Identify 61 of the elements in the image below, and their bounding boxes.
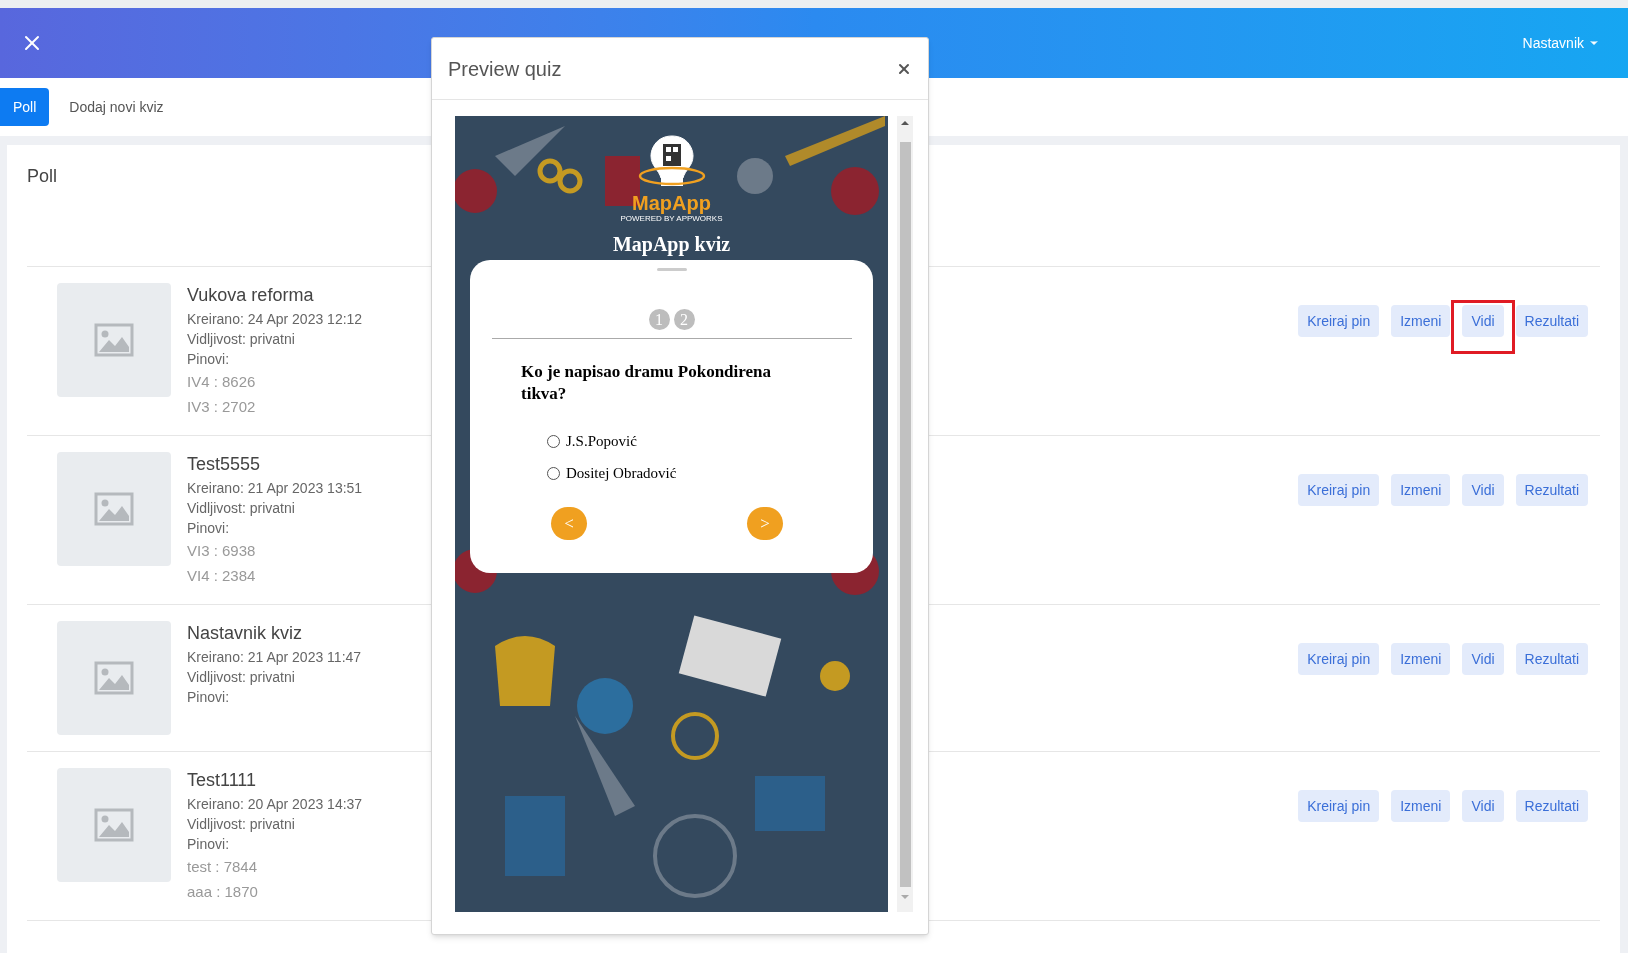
previous-button[interactable]: < [551, 507, 587, 540]
action-button[interactable]: Rezultati [1515, 643, 1588, 675]
pins-label: Pinovi: [187, 688, 231, 707]
action-button[interactable]: Izmeni [1391, 790, 1451, 822]
action-button[interactable]: Rezultati [1515, 790, 1588, 822]
tab[interactable]: Dodaj novi kviz [49, 88, 184, 126]
user-menu[interactable]: Nastavnik [1522, 32, 1600, 54]
image-icon [94, 808, 134, 842]
pins-label: Pinovi: [187, 350, 231, 369]
panel-title: Poll [27, 166, 57, 186]
action-button[interactable]: Izmeni [1391, 474, 1451, 506]
image-icon [94, 661, 134, 695]
visibility-text: Vidljivost: privatni [187, 815, 296, 834]
action-button[interactable]: Rezultati [1515, 305, 1588, 337]
image-icon [94, 323, 134, 357]
scrollbar[interactable] [897, 116, 913, 912]
next-button[interactable]: > [747, 507, 783, 540]
action-button[interactable]: Kreiraj pin [1298, 305, 1380, 337]
pin-code: VI4 : 2384 [187, 566, 257, 586]
quiz-heading: MapApp kviz [612, 232, 731, 256]
quiz-title: Vukova reforma [187, 284, 315, 307]
quiz-title: Nastavnik kviz [187, 622, 304, 645]
answer-option[interactable]: J.S.Popović [547, 431, 803, 451]
scroll-thumb[interactable] [899, 142, 911, 887]
action-button[interactable]: Izmeni [1391, 643, 1451, 675]
visibility-text: Vidljivost: privatni [187, 499, 296, 518]
visibility-text: Vidljivost: privatni [187, 668, 296, 687]
pin-code: test : 7844 [187, 857, 259, 877]
answer-option[interactable]: Dositej Obradović [547, 463, 803, 483]
brand-tagline: POWERED BY APPWORKS [620, 214, 723, 224]
quiz-title: Test5555 [187, 453, 262, 476]
step-indicator: 2 [673, 309, 695, 330]
action-button[interactable]: Vidi [1462, 305, 1504, 337]
action-button[interactable]: Izmeni [1391, 305, 1451, 337]
visibility-text: Vidljivost: privatni [187, 330, 296, 349]
action-button[interactable]: Kreiraj pin [1298, 790, 1380, 822]
pins-label: Pinovi: [187, 519, 231, 538]
created-date: Kreirano: 20 Apr 2023 14:37 [187, 795, 364, 814]
pin-code: IV3 : 2702 [187, 397, 257, 417]
drag-handle [656, 268, 687, 271]
image-icon [94, 492, 134, 526]
pin-code: IV4 : 8626 [187, 372, 257, 392]
created-date: Kreirano: 24 Apr 2023 12:12 [187, 310, 364, 329]
action-button[interactable]: Kreiraj pin [1298, 643, 1380, 675]
step-indicator: 1 [648, 309, 670, 330]
action-button[interactable]: Rezultati [1515, 474, 1588, 506]
tab[interactable]: Poll [0, 88, 50, 126]
created-date: Kreirano: 21 Apr 2023 13:51 [187, 479, 364, 498]
pins-label: Pinovi: [187, 835, 231, 854]
modal-title: Preview quiz [448, 56, 562, 82]
scroll-up-icon[interactable] [901, 121, 909, 125]
quiz-title: Test1111 [187, 769, 258, 792]
action-button[interactable]: Vidi [1462, 790, 1504, 822]
action-button[interactable]: Vidi [1462, 643, 1504, 675]
question-text: Ko je napisao dramu Pokondirena tikva? [521, 361, 772, 405]
brand-name: MapApp [632, 192, 711, 214]
created-date: Kreirano: 21 Apr 2023 11:47 [187, 648, 363, 667]
pin-code: aaa : 1870 [187, 882, 259, 902]
pin-code: VI3 : 6938 [187, 541, 257, 561]
action-button[interactable]: Vidi [1462, 474, 1504, 506]
action-button[interactable]: Kreiraj pin [1298, 474, 1380, 506]
